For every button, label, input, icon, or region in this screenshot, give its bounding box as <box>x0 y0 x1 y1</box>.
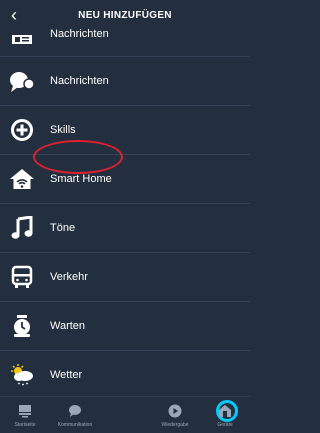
nav-label: Kommunikation <box>57 422 93 428</box>
list-item-news-partial[interactable]: Nachrichten <box>0 28 250 57</box>
list-item-label: Smart Home <box>50 173 112 185</box>
header-bar: ‹ NEU HINZUFÜGEN <box>0 0 250 30</box>
nav-label: Wiedergabe <box>161 422 189 428</box>
category-list: Nachrichten Nachrichten Skills Smart Hom… <box>0 28 250 400</box>
list-item-label: Wetter <box>50 369 83 381</box>
weather-icon <box>8 361 36 389</box>
home-icon <box>16 403 34 419</box>
play-icon <box>166 403 184 419</box>
page-title: NEU HINZUFÜGEN <box>78 10 172 21</box>
list-item-label: Nachrichten <box>50 75 109 87</box>
list-item-label: Verkehr <box>50 271 88 283</box>
list-item-skills[interactable]: Skills <box>0 106 250 155</box>
nav-play[interactable]: Wiedergabe <box>150 397 200 433</box>
alarm-clock-icon <box>8 312 36 340</box>
newspaper-icon <box>8 30 36 48</box>
nav-alexa[interactable] <box>100 397 238 433</box>
list-item-label: Warten <box>50 320 86 332</box>
smart-home-icon <box>8 165 36 193</box>
chat-bubble-icon <box>8 67 36 95</box>
list-item-messages[interactable]: Nachrichten <box>0 57 250 106</box>
list-item-label: Nachrichten <box>50 28 109 40</box>
list-item-smart-home[interactable]: Smart Home <box>0 155 250 204</box>
list-item-sounds[interactable]: Töne <box>0 204 250 253</box>
nav-devices[interactable]: Geräte <box>200 397 250 433</box>
skills-plus-icon <box>8 116 36 144</box>
list-item-label: Töne <box>50 222 76 234</box>
list-item-label: Skills <box>50 124 76 136</box>
list-item-alarms[interactable]: Warten <box>0 302 250 351</box>
bus-icon <box>8 263 36 291</box>
nav-communication[interactable]: Kommunikation <box>50 397 100 433</box>
music-note-icon <box>8 214 36 242</box>
nav-home[interactable]: Startseite <box>0 397 50 433</box>
bottom-nav: Startseite Kommunikation Wiedergabe Gerä… <box>0 396 250 433</box>
chat-icon <box>66 403 84 419</box>
list-item-traffic[interactable]: Verkehr <box>0 253 250 302</box>
nav-label: Geräte <box>217 422 233 428</box>
list-item-weather[interactable]: Wetter <box>0 351 250 400</box>
nav-label: Startseite <box>14 422 36 428</box>
devices-icon <box>216 403 234 419</box>
